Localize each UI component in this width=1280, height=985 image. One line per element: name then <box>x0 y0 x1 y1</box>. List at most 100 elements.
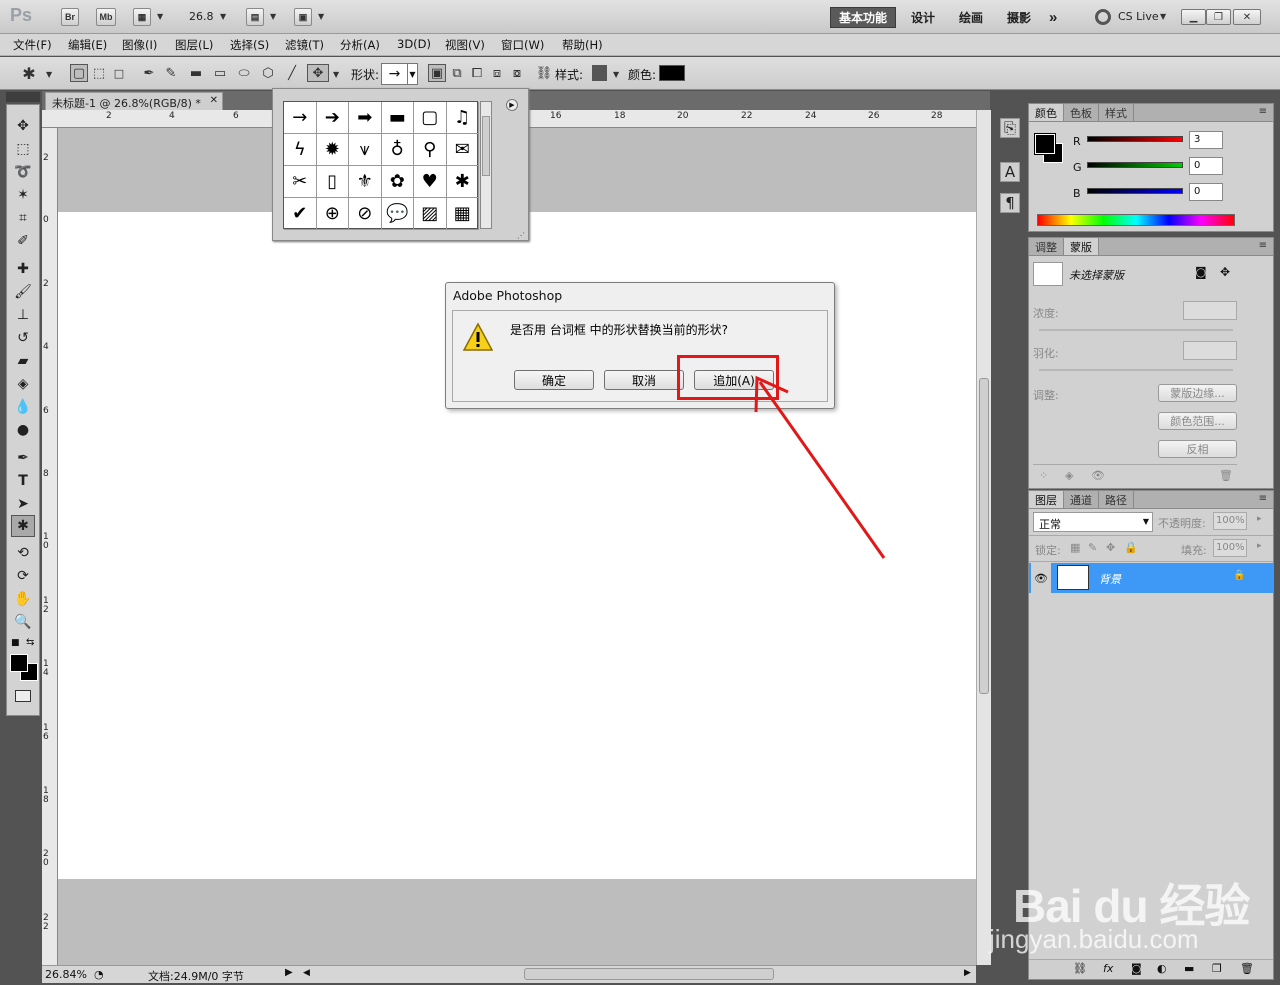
menu-image[interactable]: 图像(I) <box>122 37 157 53</box>
shape-checkmark-icon[interactable]: ✔ <box>284 198 317 230</box>
shape-grass-icon[interactable]: ⩛ <box>349 134 382 166</box>
feather-slider[interactable] <box>1039 369 1233 371</box>
foreground-color-swatch[interactable] <box>10 654 28 672</box>
chevron-down-icon[interactable]: ▼ <box>220 12 226 21</box>
3d-rotate-icon[interactable]: ⟲ <box>11 542 35 564</box>
shape-lightbulb-icon[interactable]: ♁ <box>381 134 414 166</box>
blend-mode-select[interactable]: 正常 ▼ <box>1033 512 1153 532</box>
character-panel-icon[interactable]: A <box>1000 162 1020 182</box>
tab-color[interactable]: 颜色 <box>1029 104 1064 121</box>
crop-tool-icon[interactable]: ⌗ <box>11 207 35 229</box>
tab-layers[interactable]: 图层 <box>1029 491 1064 508</box>
tool-preset-icon[interactable]: ✱ <box>20 64 38 83</box>
panel-menu-icon[interactable]: ≡ <box>1259 240 1267 251</box>
custom-shape-tool-icon[interactable]: ✱ <box>11 515 35 537</box>
popup-scroll-thumb[interactable] <box>482 116 490 176</box>
shape-blank-page-icon[interactable]: ▯ <box>316 166 349 198</box>
shape-speech-bubble-icon[interactable]: 💬 <box>381 198 414 230</box>
bridge-button[interactable]: Br <box>61 8 79 26</box>
tab-styles[interactable]: 样式 <box>1099 104 1134 121</box>
polygon-icon[interactable]: ⬡ <box>259 64 277 82</box>
tab-swatches[interactable]: 色板 <box>1064 104 1099 121</box>
paragraph-panel-icon[interactable]: ¶ <box>1000 193 1020 213</box>
panel-menu-icon[interactable]: ≡ <box>1259 106 1267 117</box>
menu-window[interactable]: 窗口(W) <box>501 37 544 53</box>
feather-field[interactable] <box>1183 341 1237 360</box>
shape-lightning-icon[interactable]: ϟ <box>284 134 317 166</box>
arrange-docs-button[interactable]: ▤ <box>246 8 264 26</box>
line-icon[interactable]: ╱ <box>283 64 301 82</box>
screen-mode-button[interactable]: ▣ <box>294 8 312 26</box>
color-spectrum-bar[interactable] <box>1037 214 1235 226</box>
healing-brush-icon[interactable]: ✚ <box>11 258 35 280</box>
lasso-tool-icon[interactable]: ➰ <box>11 161 35 183</box>
shape-puzzle-icon[interactable]: ✿ <box>381 166 414 198</box>
default-colors-icon[interactable]: ■ <box>11 638 20 648</box>
horizontal-scroll-thumb[interactable] <box>524 968 774 980</box>
shape-music-note-icon[interactable]: ♫ <box>446 102 479 134</box>
ellipse-icon[interactable]: ⬭ <box>235 64 253 82</box>
type-tool-icon[interactable]: T <box>11 470 35 492</box>
marquee-tool-icon[interactable]: ⬚ <box>11 138 35 160</box>
eyedropper-icon[interactable]: ✐ <box>11 230 35 252</box>
paint-bucket-icon[interactable]: ◈ <box>11 373 35 395</box>
swap-colors-icon[interactable]: ⇆ <box>26 637 34 648</box>
resize-grip-icon[interactable]: ⋰ <box>517 231 525 240</box>
shape-scissors-icon[interactable]: ✂ <box>284 166 317 198</box>
quick-mask-icon[interactable] <box>15 690 31 702</box>
chevron-down-icon[interactable]: ▼ <box>333 70 339 79</box>
b-slider[interactable] <box>1087 188 1183 194</box>
chevron-right-icon[interactable]: ▸ <box>1257 541 1262 551</box>
lock-all-icon[interactable]: 🔒 <box>1124 541 1138 554</box>
chevron-down-icon[interactable]: ▼ <box>46 70 52 79</box>
pen-icon[interactable]: ✒ <box>140 64 158 82</box>
magic-wand-icon[interactable]: ✶ <box>11 184 35 206</box>
shape-hatch-icon[interactable]: ▨ <box>414 198 447 230</box>
menu-help[interactable]: 帮助(H) <box>562 37 603 53</box>
popup-menu-icon[interactable]: ▶ <box>506 99 518 111</box>
zoom-tool-icon[interactable]: 🔍 <box>11 611 35 633</box>
shape-layers-icon[interactable]: ▢ <box>70 64 88 82</box>
shape-arrow-medium-icon[interactable]: ➔ <box>316 102 349 134</box>
exclude-mode-icon[interactable]: ⧇ <box>508 64 526 82</box>
workspace-photography[interactable]: 摄影 <box>999 7 1039 28</box>
tab-masks[interactable]: 蒙版 <box>1064 238 1099 255</box>
shape-frame-icon[interactable]: ▢ <box>414 102 447 134</box>
cs-live-icon[interactable] <box>1095 9 1111 25</box>
custom-shape-icon[interactable]: ✥ <box>307 64 329 82</box>
chevron-down-icon[interactable]: ▼ <box>613 70 619 79</box>
hand-tool-icon[interactable]: ✋ <box>11 588 35 610</box>
minimize-button[interactable]: ▁ <box>1181 9 1206 25</box>
menu-analysis[interactable]: 分析(A) <box>340 37 380 53</box>
rounded-rect-icon[interactable]: ▭ <box>211 64 229 82</box>
chevron-down-icon[interactable]: ▼ <box>270 12 276 21</box>
fill-field[interactable]: 100% <box>1213 539 1247 557</box>
menu-edit[interactable]: 编辑(E) <box>68 37 107 53</box>
move-tool-icon[interactable]: ✥ <box>11 115 35 137</box>
disable-mask-icon[interactable]: 👁 <box>1091 469 1105 482</box>
shape-blot-icon[interactable]: ✱ <box>446 166 479 198</box>
zoom-level[interactable]: 26.8 <box>189 10 214 23</box>
path-select-icon[interactable]: ➤ <box>11 493 35 515</box>
g-slider[interactable] <box>1087 162 1183 168</box>
blur-tool-icon[interactable]: 💧 <box>11 396 35 418</box>
chevron-down-icon[interactable]: ▼ <box>318 12 324 21</box>
view-extras-button[interactable]: ▦ <box>133 8 151 26</box>
vertical-scroll-thumb[interactable] <box>979 378 989 694</box>
cancel-button[interactable]: 取消 <box>604 370 684 390</box>
lock-brush-icon[interactable]: ✎ <box>1088 541 1097 554</box>
popup-scrollbar[interactable] <box>480 101 492 229</box>
r-slider[interactable] <box>1087 136 1183 142</box>
lock-position-icon[interactable]: ✥ <box>1106 541 1115 554</box>
menu-view[interactable]: 视图(V) <box>445 37 485 53</box>
shape-banner-icon[interactable]: ▬ <box>381 102 414 134</box>
freeform-pen-icon[interactable]: ✎ <box>162 64 180 82</box>
invert-button[interactable]: 反相 <box>1158 440 1237 458</box>
vector-mask-icon[interactable]: ✥ <box>1220 265 1230 279</box>
b-value-field[interactable]: 0 <box>1189 183 1223 201</box>
link-icon[interactable]: ⛓ <box>535 64 553 82</box>
shape-checker-icon[interactable]: ▦ <box>446 198 479 230</box>
rectangle-icon[interactable]: ▬ <box>187 64 205 82</box>
density-field[interactable] <box>1183 301 1237 320</box>
workspace-design[interactable]: 设计 <box>903 7 943 28</box>
